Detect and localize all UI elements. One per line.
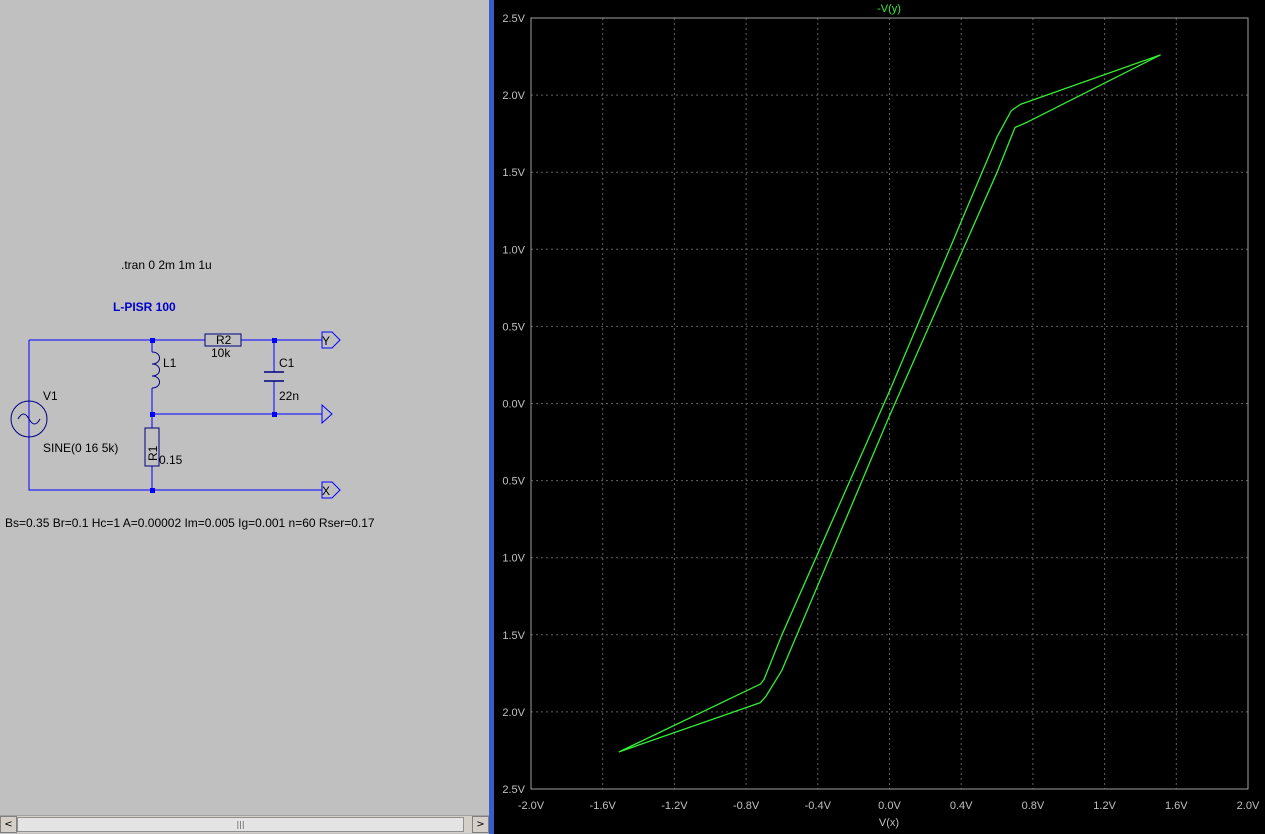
y-tick-label: 2.5V (502, 784, 525, 796)
x-tick-label: 1.2V (1093, 800, 1116, 812)
x-tick-label: -0.8V (733, 800, 760, 812)
scroll-left-button[interactable]: < (0, 816, 17, 833)
y-axis-ticks: 2.5V 2.0V 1.5V 1.0V 0.5V 0.0V 0.5V 1.0V 1.5V 2.0V… (502, 13, 525, 796)
schematic-canvas[interactable]: V1 SINE(0 16 5k) L1 R1 0.15 R2 10k C1 22… (0, 0, 489, 815)
x-tick-label: -1.6V (590, 800, 617, 812)
c1-value-label: 22n (279, 389, 299, 403)
x-tick-label: -1.2V (661, 800, 688, 812)
x-tick-label: 0.8V (1022, 800, 1045, 812)
node-x-label: X (322, 484, 330, 498)
r2-value-label: 10k (211, 346, 231, 360)
net-ports[interactable] (321, 331, 341, 499)
capacitor-c1[interactable]: C1 22n (264, 356, 299, 403)
x-tick-label: 1.6V (1165, 800, 1188, 812)
r1-name-label: R1 (146, 445, 160, 461)
x-axis-ticks: -2.0V -1.6V -1.2V -0.8V -0.4V 0.0V 0.4V 0.8V 1.2… (518, 800, 1260, 812)
y-tick-label: 1.5V (502, 630, 525, 642)
y-tick-label: 2.0V (502, 90, 525, 102)
scroll-thumb[interactable]: ||| (17, 817, 464, 832)
resistor-r2[interactable]: R2 10k (204, 333, 242, 360)
voltage-source-v1[interactable]: V1 SINE(0 16 5k) (10, 389, 118, 455)
y-tick-label: 0.0V (502, 399, 525, 411)
schematic-editor[interactable]: V1 SINE(0 16 5k) L1 R1 0.15 R2 10k C1 22… (0, 0, 489, 834)
inductor-params[interactable]: Bs=0.35 Br=0.1 Hc=1 A=0.00002 Im=0.005 I… (5, 516, 375, 530)
plot-canvas[interactable]: 2.5V 2.0V 1.5V 1.0V 0.5V 0.0V 0.5V 1.0V 1.5V 2.0V… (494, 0, 1265, 834)
x-tick-label: -2.0V (518, 800, 545, 812)
scroll-right-button[interactable]: > (472, 816, 489, 833)
source-name-label: V1 (43, 389, 58, 403)
x-tick-label: 0.4V (950, 800, 973, 812)
trace-title[interactable]: -V(y) (877, 3, 901, 15)
x-axis-label[interactable]: V(x) (879, 817, 899, 829)
r2-name-label: R2 (216, 333, 232, 347)
y-tick-label: 0.5V (502, 476, 525, 488)
inductor-model-label[interactable]: L-PISR 100 (113, 300, 176, 314)
x-tick-label: 2.0V (1237, 800, 1260, 812)
port-ground-ref (321, 403, 333, 425)
wire-left-loop (28, 340, 152, 491)
node-y-label: Y (322, 334, 330, 348)
inductor-l1[interactable]: L1 (151, 351, 177, 389)
y-tick-label: 1.0V (502, 553, 525, 565)
x-tick-label: 0.0V (878, 800, 901, 812)
y-tick-label: 1.5V (502, 167, 525, 179)
r1-value-label: 0.15 (159, 453, 183, 467)
waveform-viewer[interactable]: 2.5V 2.0V 1.5V 1.0V 0.5V 0.0V 0.5V 1.0V 1.5V 2.0V… (494, 0, 1265, 834)
l1-name-label: L1 (163, 356, 177, 370)
y-tick-label: 2.0V (502, 707, 525, 719)
horizontal-scrollbar[interactable]: < ||| > (0, 815, 489, 833)
y-tick-label: 1.0V (502, 244, 525, 256)
c1-name-label: C1 (279, 356, 295, 370)
x-tick-label: -0.4V (805, 800, 832, 812)
tran-directive[interactable]: .tran 0 2m 1m 1u (121, 258, 212, 272)
y-tick-label: 0.5V (502, 321, 525, 333)
y-tick-label: 2.5V (502, 13, 525, 25)
grid-lines (530, 17, 1249, 790)
resistor-r1[interactable]: R1 0.15 (144, 427, 183, 467)
source-value-label: SINE(0 16 5k) (43, 441, 118, 455)
